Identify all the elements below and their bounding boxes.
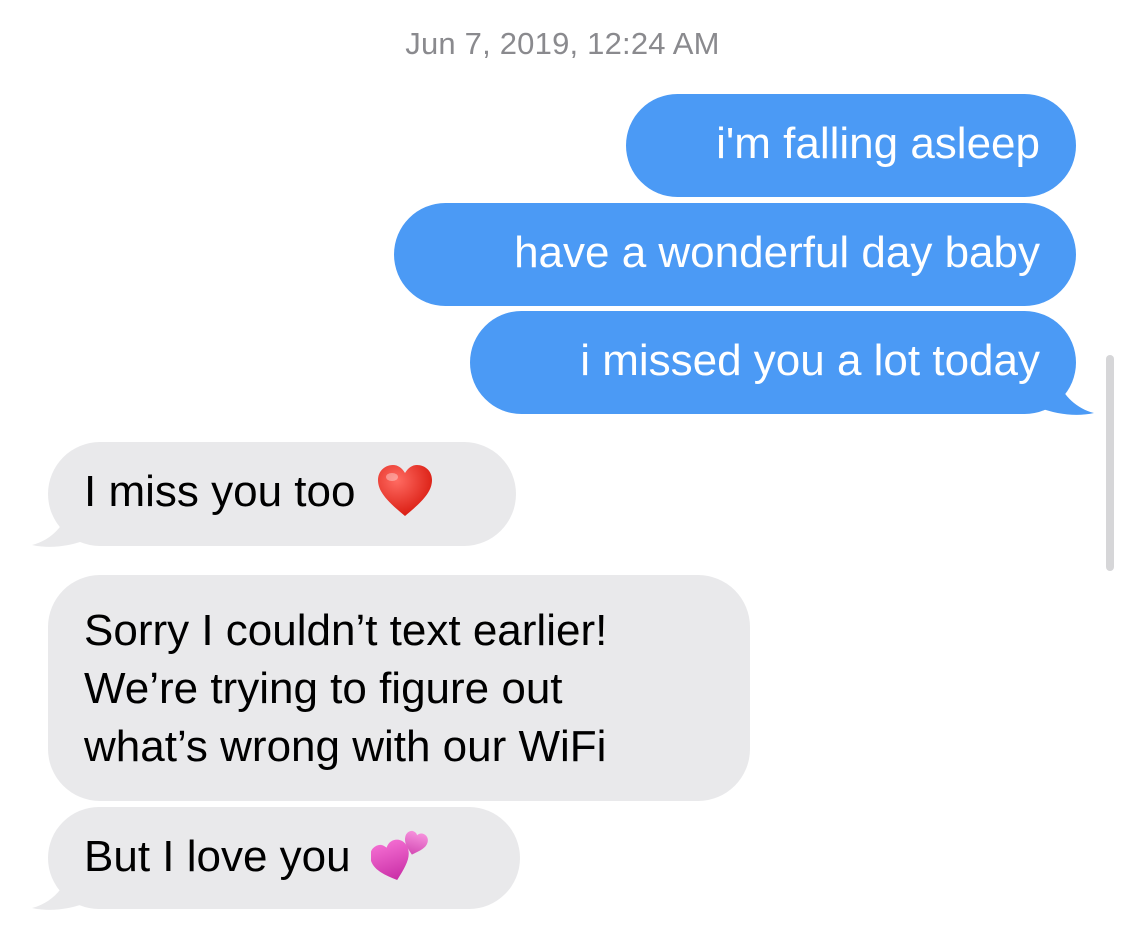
incoming-message-bubble[interactable]: I miss you too xyxy=(48,442,516,546)
incoming-bubble-tail xyxy=(32,506,86,547)
message-text-line: We’re trying to figure out xyxy=(84,664,563,713)
incoming-message-bubble[interactable]: Sorry I couldn’t text earlier! We’re try… xyxy=(48,575,750,801)
red-heart-icon xyxy=(376,464,434,518)
message-timestamp: Jun 7, 2019, 12:24 AM xyxy=(405,26,720,61)
incoming-bubble-tail xyxy=(32,869,86,910)
message-text: have a wonderful day baby xyxy=(514,228,1040,277)
outgoing-message-bubble[interactable]: i'm falling asleep xyxy=(626,94,1076,197)
message-text-line: what’s wrong with our WiFi xyxy=(84,722,607,771)
message-text-line: Sorry I couldn’t text earlier! xyxy=(84,606,608,655)
message-text: But I love you xyxy=(84,832,351,881)
incoming-message-bubble[interactable]: But I love you xyxy=(48,807,520,909)
outgoing-message-bubble[interactable]: have a wonderful day baby xyxy=(394,203,1076,306)
outgoing-bubble-tail xyxy=(1040,374,1094,415)
message-text: i'm falling asleep xyxy=(716,119,1040,168)
message-thread: Jun 7, 2019, 12:24 AM i'm falling asleep… xyxy=(0,0,1125,940)
message-text: I miss you too xyxy=(84,467,356,516)
message-text: i missed you a lot today xyxy=(580,336,1040,385)
scrollbar[interactable] xyxy=(1106,355,1114,571)
two-hearts-icon xyxy=(369,829,429,883)
outgoing-message-bubble[interactable]: i missed you a lot today xyxy=(470,311,1076,414)
